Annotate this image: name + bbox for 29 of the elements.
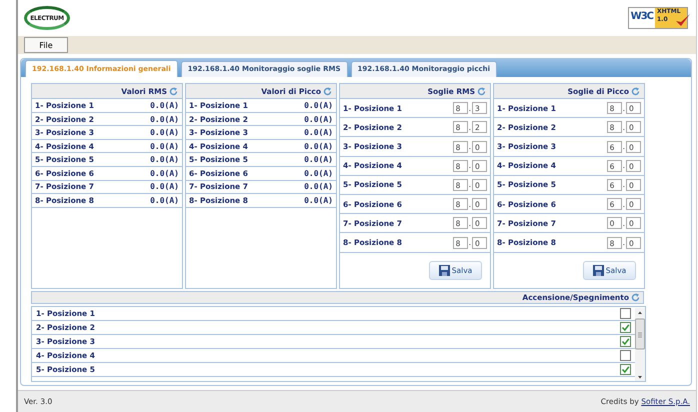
checkbox[interactable] <box>620 350 631 362</box>
reading-value: 0.0(A) <box>150 155 179 164</box>
file-menu-button[interactable]: File <box>24 37 68 54</box>
reading-value: 0.0(A) <box>150 114 179 124</box>
refresh-icon <box>169 86 178 96</box>
checkbox[interactable] <box>620 308 631 320</box>
reading-value: 0.0(A) <box>304 196 333 206</box>
reading-value: 0.0(A) <box>304 182 333 192</box>
refresh-icon <box>631 293 640 302</box>
reading-value: 0.0(A) <box>304 128 333 138</box>
reading-value: 0.0(A) <box>304 142 333 151</box>
reading-value: 0.0(A) <box>150 100 179 110</box>
reading-value: 0.0(A) <box>304 155 333 164</box>
refresh-icon <box>631 86 640 96</box>
checkbox[interactable] <box>620 364 631 376</box>
reading-value: 0.0(A) <box>150 142 179 151</box>
check-icon <box>621 365 630 374</box>
reading-value: 0.0(A) <box>304 114 333 124</box>
reading-value: 0.0(A) <box>304 100 333 110</box>
reading-value: 0.0(A) <box>150 168 179 178</box>
reading-value: 0.0(A) <box>150 182 179 192</box>
checkmark-icon <box>675 13 691 28</box>
reading-value: 0.0(A) <box>150 196 179 206</box>
reading-value: 0.0(A) <box>304 168 333 178</box>
checkbox[interactable] <box>620 336 631 348</box>
refresh-icon <box>323 86 332 96</box>
refresh-icon <box>477 86 486 96</box>
reading-value: 0.0(A) <box>150 128 179 138</box>
checkbox[interactable] <box>620 322 631 334</box>
